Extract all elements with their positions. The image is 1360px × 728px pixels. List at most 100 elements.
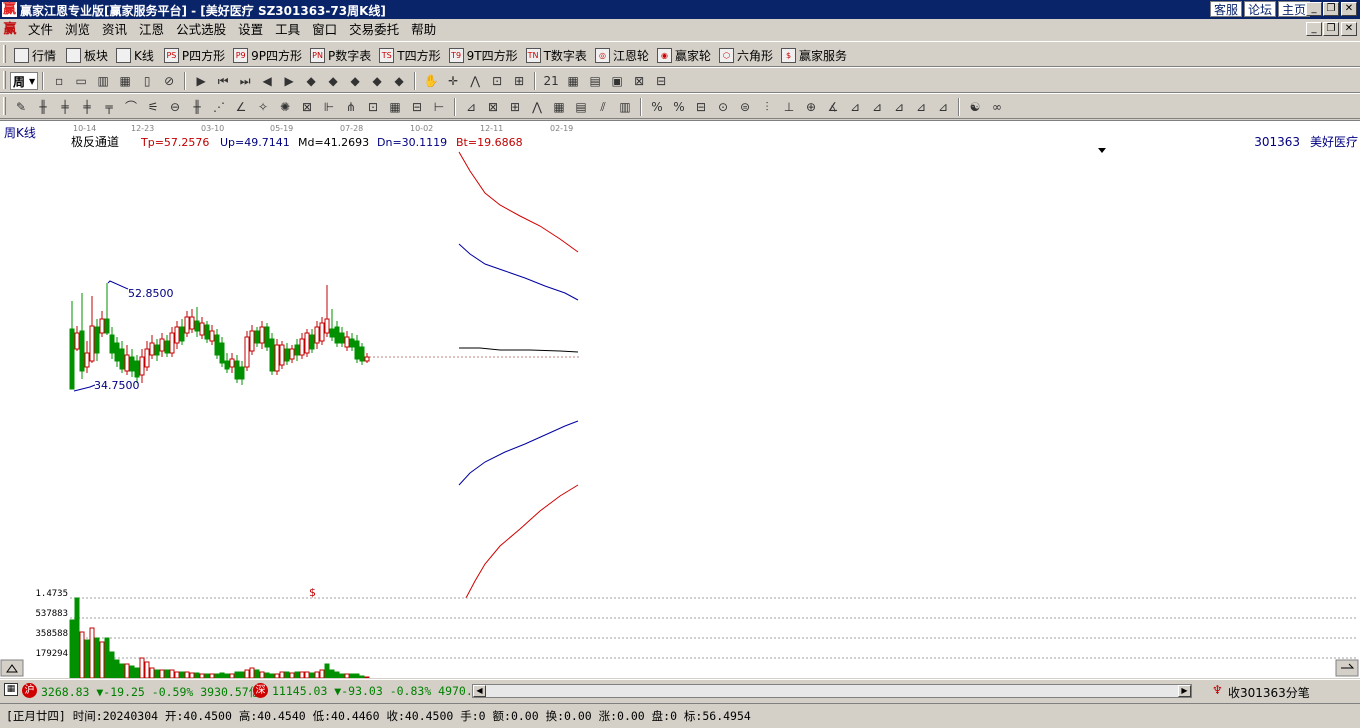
toolbar-button[interactable]: K线 — [112, 45, 158, 65]
tool-icon[interactable]: ⫽ — [594, 98, 612, 116]
tool-icon[interactable]: ⋰ — [210, 98, 228, 116]
tick-data-link[interactable]: 收301363分笔 — [1228, 684, 1310, 701]
toolbar-button[interactable]: TN T数字表 — [522, 45, 591, 65]
toolbar-button[interactable]: ◉ 赢家轮 — [653, 45, 715, 65]
tool-icon[interactable]: ╫ — [34, 98, 52, 116]
tool-icon[interactable]: ⊥ — [780, 98, 798, 116]
toolbar-button[interactable]: ⬡ 六角形 — [715, 45, 777, 65]
menu-item[interactable]: 公式选股 — [170, 22, 232, 38]
toolbar-button[interactable]: P9 9P四方形 — [229, 45, 306, 65]
tool-icon[interactable]: ⊿ — [912, 98, 930, 116]
menu-item[interactable]: 资讯 — [96, 22, 133, 38]
tool-icon[interactable]: ⊿ — [890, 98, 908, 116]
tool-icon[interactable]: ▶ — [280, 72, 298, 90]
tool-icon[interactable]: ☯ — [966, 98, 984, 116]
tool-icon[interactable]: ✧ — [254, 98, 272, 116]
tool-icon[interactable]: ╤ — [100, 98, 118, 116]
scroll-right-icon[interactable]: ▶ — [1178, 685, 1191, 697]
tool-icon[interactable]: ∠ — [232, 98, 250, 116]
tool-icon[interactable]: ⊙ — [714, 98, 732, 116]
toolbar-button[interactable]: TS T四方形 — [375, 45, 444, 65]
tool-icon[interactable]: ⊟ — [652, 72, 670, 90]
tool-icon[interactable]: % — [670, 98, 688, 116]
tool-icon[interactable]: ⊠ — [630, 72, 648, 90]
quote-grid-icon[interactable]: ▦ — [4, 683, 18, 696]
tool-icon[interactable]: ⊘ — [160, 72, 178, 90]
tool-icon[interactable]: ⊿ — [846, 98, 864, 116]
tool-icon[interactable]: ▫ — [50, 72, 68, 90]
menu-item[interactable]: 浏览 — [59, 22, 96, 38]
tool-icon[interactable]: ⏮ — [214, 72, 232, 90]
shanghai-badge[interactable]: 沪 — [22, 683, 37, 698]
mdi-minimize-button[interactable]: _ — [1306, 22, 1322, 36]
tool-icon[interactable]: ⋀ — [466, 72, 484, 90]
chart-area[interactable]: 10-14 12-23 03-10 05-19 07-28 10-02 12-11 02-19… — [0, 120, 1360, 678]
tool-icon[interactable]: ⊠ — [484, 98, 502, 116]
tool-icon[interactable]: ◆ — [302, 72, 320, 90]
tool-icon[interactable]: ◀ — [258, 72, 276, 90]
kline-chart[interactable]: 10-14 12-23 03-10 05-19 07-28 10-02 12-11 02-19… — [0, 121, 1360, 678]
shenzhen-badge[interactable]: 深 — [253, 683, 268, 698]
period-select[interactable]: 周 ▼ — [10, 72, 39, 90]
menu-item[interactable]: 窗口 — [306, 22, 343, 38]
tool-icon[interactable]: ⋔ — [342, 98, 360, 116]
tool-icon[interactable]: ▣ — [608, 72, 626, 90]
tool-icon[interactable]: ⊿ — [868, 98, 886, 116]
toolbar-grip[interactable] — [3, 45, 6, 63]
tool-icon[interactable]: ▭ — [72, 72, 90, 90]
toolbar-grip[interactable] — [3, 71, 6, 89]
tool-icon[interactable]: ⊕ — [802, 98, 820, 116]
tool-icon[interactable]: ✛ — [444, 72, 462, 90]
tool-icon[interactable]: ▦ — [550, 98, 568, 116]
scroll-left-icon[interactable]: ◀ — [473, 685, 486, 697]
mdi-restore-button[interactable]: ❐ — [1323, 22, 1339, 36]
tool-icon[interactable]: ⫶ — [758, 98, 776, 116]
menu-item[interactable]: 设置 — [232, 22, 269, 38]
tool-icon[interactable]: ▤ — [572, 98, 590, 116]
tool-icon[interactable]: ⊖ — [166, 98, 184, 116]
tool-icon[interactable]: ▥ — [94, 72, 112, 90]
close-button[interactable]: ✕ — [1341, 2, 1357, 16]
tool-icon[interactable]: ⊜ — [736, 98, 754, 116]
tool-icon[interactable]: ⊞ — [510, 72, 528, 90]
tool-icon[interactable]: ⊿ — [462, 98, 480, 116]
tool-icon[interactable]: ╪ — [78, 98, 96, 116]
tool-icon[interactable]: ⊟ — [692, 98, 710, 116]
tool-icon[interactable]: ▦ — [386, 98, 404, 116]
tool-icon[interactable]: ∞ — [988, 98, 1006, 116]
toolbar-button[interactable]: ◎ 江恩轮 — [591, 45, 653, 65]
tool-icon[interactable]: ◆ — [390, 72, 408, 90]
restore-button[interactable]: ❐ — [1323, 2, 1339, 16]
menu-item[interactable]: 文件 — [22, 22, 59, 38]
tool-icon[interactable]: ⚟ — [144, 98, 162, 116]
menu-item[interactable]: 工具 — [269, 22, 306, 38]
tool-icon[interactable]: ✎ — [12, 98, 30, 116]
tool-icon[interactable]: 21 — [542, 72, 560, 90]
toolbar-button[interactable]: 行情 — [10, 45, 60, 65]
tool-icon[interactable]: ▶ — [192, 72, 210, 90]
tool-icon[interactable]: ⊟ — [408, 98, 426, 116]
toolbar-button[interactable]: PS P四方形 — [160, 45, 229, 65]
tool-icon[interactable]: ◆ — [368, 72, 386, 90]
tool-icon[interactable]: ⌒ — [122, 98, 140, 116]
toolbar-button[interactable]: T9 9T四方形 — [445, 45, 522, 65]
tool-icon[interactable]: ∡ — [824, 98, 842, 116]
tool-icon[interactable]: ⊩ — [320, 98, 338, 116]
tool-icon[interactable]: ╪ — [56, 98, 74, 116]
tool-icon[interactable]: ◆ — [346, 72, 364, 90]
tool-icon[interactable]: ▦ — [564, 72, 582, 90]
tool-icon[interactable]: ⊢ — [430, 98, 448, 116]
tool-icon[interactable]: % — [648, 98, 666, 116]
menu-item[interactable]: 交易委托 — [343, 22, 405, 38]
tool-icon[interactable]: ⊡ — [488, 72, 506, 90]
minimize-button[interactable]: _ — [1306, 2, 1322, 16]
tool-icon[interactable]: ▥ — [616, 98, 634, 116]
mdi-close-button[interactable]: ✕ — [1341, 22, 1357, 36]
horizontal-scrollbar[interactable]: ◀ ▶ — [472, 684, 1192, 698]
tool-icon[interactable]: ▤ — [586, 72, 604, 90]
toolbar-button[interactable]: $ 赢家服务 — [777, 45, 851, 65]
tool-icon[interactable]: ◆ — [324, 72, 342, 90]
tool-icon[interactable]: ⊿ — [934, 98, 952, 116]
customer-service-link[interactable]: 客服 — [1209, 1, 1242, 17]
tool-icon[interactable]: ⋀ — [528, 98, 546, 116]
